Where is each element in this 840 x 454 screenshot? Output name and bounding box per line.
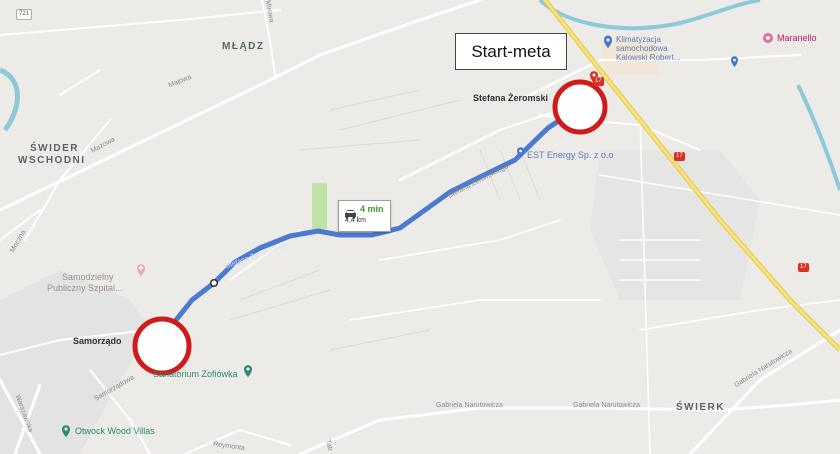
waypoint-marker[interactable] <box>209 278 219 288</box>
road-shield-17: 17 <box>593 77 604 86</box>
start-meta-annotation: Start-meta <box>455 33 567 70</box>
poi-label-szpital-2[interactable]: Publiczny Szpital... <box>47 283 123 293</box>
end-marker[interactable] <box>552 79 608 135</box>
street-label-narutowicza-2: Gabriela Narutowicza <box>573 402 640 409</box>
district-label-mladz: MŁĄDZ <box>222 41 265 52</box>
road-shield-17: 17 <box>798 263 809 272</box>
poi-label-maranello[interactable]: Maranello <box>777 33 817 43</box>
route-distance: 4,4 km <box>345 217 367 224</box>
park-area <box>312 183 327 229</box>
place-label-stefana: Stefana Żeromski <box>473 93 549 103</box>
poi-label-klimatyzacja[interactable]: Klimatyzacja <box>616 35 661 44</box>
road-shield-721: 721 <box>16 9 33 20</box>
street-label-narutowicza: Gabriela Narutowicza <box>436 402 503 409</box>
poi-label-szpital[interactable]: Samodzielny <box>62 272 114 282</box>
district-label-swider-2: WSCHODNI <box>18 155 86 166</box>
route-duration: 4 min <box>360 204 384 214</box>
district-label-swider: ŚWIDER <box>30 143 79 154</box>
map-canvas[interactable]: MŁĄDZ ŚWIDER WSCHODNI ŚWIERK Stefana Żer… <box>0 0 840 454</box>
route-info-card[interactable]: 4 min 4,4 km <box>338 200 391 232</box>
poi-label-energy[interactable]: EST Energy Sp. z o.o <box>527 150 613 160</box>
poi-label-klimatyzacja-3[interactable]: Kalowski Robert... <box>616 53 680 62</box>
heart-icon <box>763 33 773 43</box>
start-marker[interactable] <box>132 316 192 376</box>
district-label-swierk: ŚWIERK <box>676 402 725 413</box>
poi-label-sanatorium[interactable]: Sanatorium Zofiówka <box>153 369 238 379</box>
place-label-samorzad: Samorządo <box>73 336 122 346</box>
poi-label-otwock[interactable]: Otwock Wood Villas <box>75 426 155 436</box>
map-base <box>0 0 840 454</box>
poi-label-klimatyzacja-2[interactable]: samochodowa <box>616 44 668 53</box>
road-shield-17: 17 <box>674 152 685 161</box>
